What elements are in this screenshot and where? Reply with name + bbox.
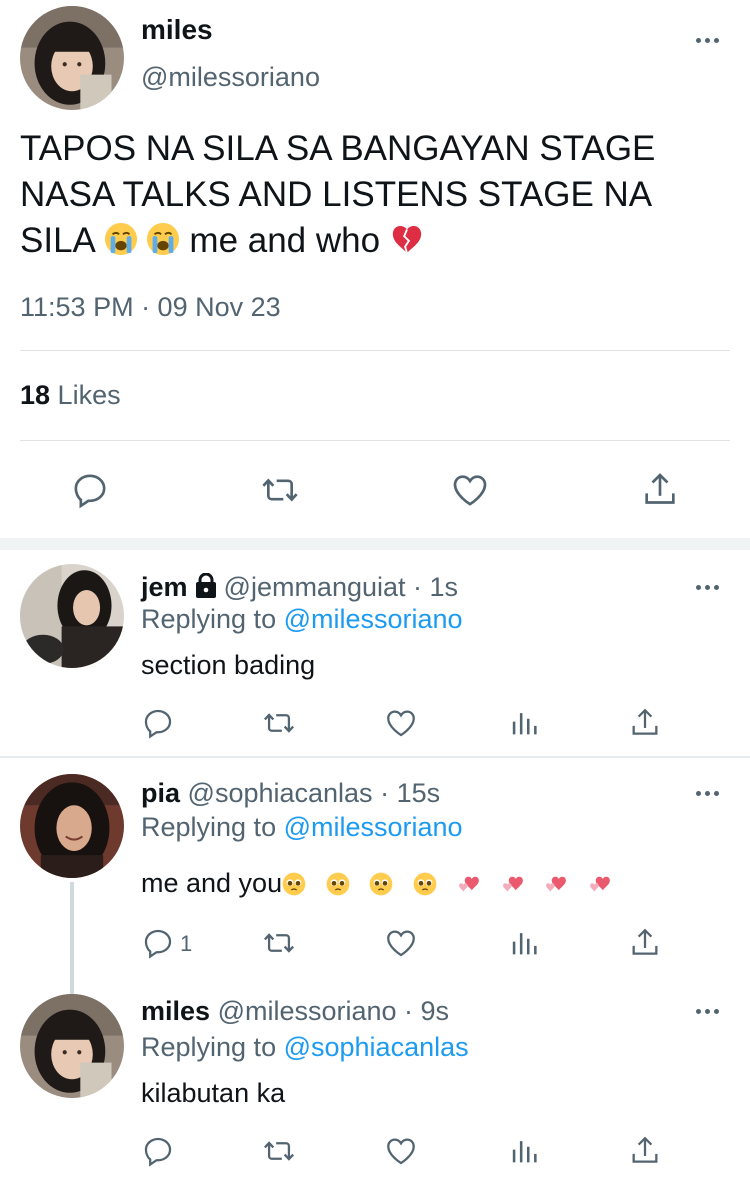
likes-label: Likes xyxy=(50,380,121,410)
reply-author-handle[interactable]: @jemmanguiat xyxy=(224,572,406,602)
tweet-detail-page: miles @milessoriano TAPOS NA SILA SA BAN… xyxy=(0,0,750,1186)
pleading-face-emoji xyxy=(282,872,306,903)
more-dots-icon[interactable] xyxy=(694,580,724,594)
reply-header: pia @sophiacanlas · 15s xyxy=(141,778,440,809)
reply-author-name[interactable]: miles xyxy=(141,996,210,1026)
replying-to-label: Replying to xyxy=(141,812,284,842)
reply-text: section bading xyxy=(141,650,316,680)
two-hearts-emoji xyxy=(587,872,613,903)
tweet-text: TAPOS NA SILA SA BANGAYAN STAGE NASA TAL… xyxy=(20,126,720,268)
reply-author-handle[interactable]: @milessoriano xyxy=(218,996,397,1026)
loudly-crying-face-emoji xyxy=(146,222,180,268)
two-hearts-emoji xyxy=(500,872,526,903)
replying-to-label: Replying to xyxy=(141,1032,284,1062)
tweet-text-tail: me and who xyxy=(179,221,390,260)
heart-icon[interactable] xyxy=(384,926,418,960)
pleading-face-emoji xyxy=(413,872,437,903)
replying-to-label: Replying to xyxy=(141,604,284,634)
section-separator xyxy=(0,538,750,550)
share-icon[interactable] xyxy=(628,706,662,740)
replying-to-mention[interactable]: @milessoriano xyxy=(284,812,463,842)
heart-icon[interactable] xyxy=(384,1134,418,1168)
more-dots-icon[interactable] xyxy=(694,786,724,800)
dot-separator: · xyxy=(372,778,397,808)
broken-heart-emoji xyxy=(390,222,424,268)
loudly-crying-face-emoji xyxy=(104,222,138,268)
share-icon[interactable] xyxy=(628,926,662,960)
pleading-face-emoji xyxy=(369,872,393,903)
speech-bubble-icon[interactable] xyxy=(141,706,175,740)
retweet-icon[interactable] xyxy=(262,706,296,740)
more-dots-icon[interactable] xyxy=(694,33,724,47)
share-icon[interactable] xyxy=(628,1134,662,1168)
two-hearts-emoji xyxy=(456,872,482,903)
reply-tweet[interactable]: miles @milessoriano · 9s Replying to @so… xyxy=(0,976,750,1186)
dot-separator: · xyxy=(396,996,421,1026)
divider xyxy=(20,350,730,351)
avatar[interactable] xyxy=(20,774,124,878)
reply-header: jem @jemmanguiat · 1s xyxy=(141,572,458,603)
speech-bubble-icon[interactable] xyxy=(141,1134,175,1168)
retweet-icon[interactable] xyxy=(262,926,296,960)
reply-author-handle[interactable]: @sophiacanlas xyxy=(188,778,373,808)
avatar[interactable] xyxy=(20,564,124,668)
more-dots-icon[interactable] xyxy=(694,1004,724,1018)
author-name[interactable]: miles xyxy=(141,14,213,46)
reply-tweet[interactable]: jem @jemmanguiat · 1s Replying to @miless… xyxy=(0,550,750,756)
divider xyxy=(20,440,730,441)
reply-header: miles @milessoriano · 9s xyxy=(141,996,449,1027)
reply-text-body: me and you xyxy=(141,868,283,898)
bar-chart-icon[interactable] xyxy=(507,706,541,740)
replying-to-mention[interactable]: @milessoriano xyxy=(284,604,463,634)
retweet-icon[interactable] xyxy=(262,1134,296,1168)
reply-tweet[interactable]: pia @sophiacanlas · 15s Replying to @mil… xyxy=(0,758,750,976)
two-hearts-emoji xyxy=(543,872,569,903)
speech-bubble-icon[interactable] xyxy=(141,926,175,960)
retweet-icon[interactable] xyxy=(260,470,300,510)
share-icon[interactable] xyxy=(640,470,680,510)
replying-to-mention[interactable]: @sophiacanlas xyxy=(284,1032,469,1062)
tweet-timestamp[interactable]: 11:53 PM · 09 Nov 23 xyxy=(20,292,281,323)
replying-to: Replying to @sophiacanlas xyxy=(141,1032,469,1063)
likes-count[interactable]: 18 Likes xyxy=(20,380,121,411)
main-tweet: miles @milessoriano TAPOS NA SILA SA BAN… xyxy=(0,0,750,538)
reply-time[interactable]: 1s xyxy=(430,572,459,602)
reply-author-name[interactable]: jem xyxy=(141,572,188,602)
avatar[interactable] xyxy=(20,6,124,110)
speech-bubble-icon[interactable] xyxy=(70,470,110,510)
heart-icon[interactable] xyxy=(450,470,490,510)
reply-time[interactable]: 15s xyxy=(397,778,441,808)
replying-to: Replying to @milessoriano xyxy=(141,604,463,635)
likes-number: 18 xyxy=(20,380,51,410)
reply-author-name[interactable]: pia xyxy=(141,778,180,808)
avatar[interactable] xyxy=(20,994,124,1098)
reply-count: 1 xyxy=(180,931,193,956)
replying-to: Replying to @milessoriano xyxy=(141,812,463,843)
reply-time[interactable]: 9s xyxy=(421,996,450,1026)
bar-chart-icon[interactable] xyxy=(507,926,541,960)
bar-chart-icon[interactable] xyxy=(507,1134,541,1168)
pleading-face-emoji xyxy=(326,872,350,903)
dot-separator: · xyxy=(405,572,430,602)
author-handle[interactable]: @milessoriano xyxy=(141,62,320,93)
heart-icon[interactable] xyxy=(384,706,418,740)
reply-text: me and you xyxy=(141,868,613,903)
reply-text: kilabutan ka xyxy=(141,1078,286,1108)
lock-icon xyxy=(195,573,216,598)
